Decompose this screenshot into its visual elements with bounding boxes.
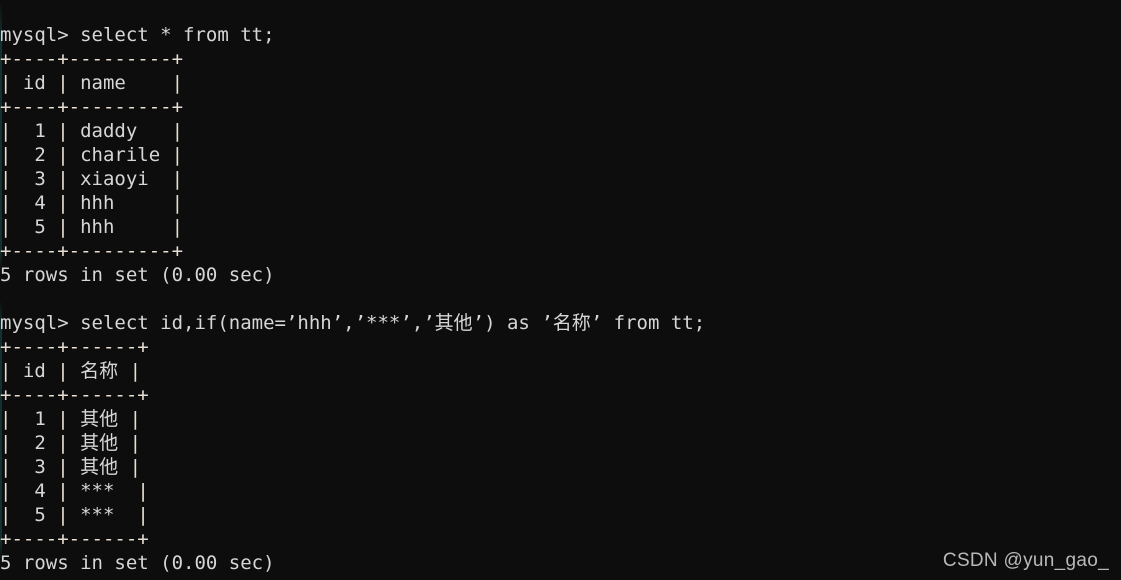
terminal-line: +----+------+	[0, 335, 705, 359]
terminal-screen: mysql> select * from tt; +----+---------+…	[0, 0, 1121, 580]
table-border-segment: |	[57, 192, 69, 214]
table-border-segment: |	[171, 168, 184, 190]
terminal-text-segment: id	[11, 72, 58, 94]
terminal-text-segment: mysql> select * from tt;	[0, 24, 275, 46]
terminal-line: | 5 | hhh |	[0, 215, 705, 239]
terminal-line: +----+------+	[0, 383, 705, 407]
table-border-segment: |	[57, 144, 69, 166]
terminal-text-segment: hhh	[68, 192, 172, 214]
terminal-text-segment: 5	[11, 216, 58, 238]
terminal-text-segment: charile	[68, 144, 172, 166]
table-border-segment: |	[171, 216, 184, 238]
table-border-segment: |	[129, 360, 142, 382]
terminal-line: | 5 | *** |	[0, 503, 705, 527]
table-border-segment: +----+------+	[0, 528, 149, 550]
terminal-text-segment: hhh	[68, 216, 172, 238]
table-border-segment: |	[0, 360, 12, 382]
terminal-line: 5 rows in set (0.00 sec)	[0, 263, 705, 287]
terminal-line: mysql> select * from tt;	[0, 23, 705, 47]
terminal-line: | 4 | hhh |	[0, 191, 705, 215]
terminal-line: 5 rows in set (0.00 sec)	[0, 551, 705, 575]
table-border-segment: +----+------+	[0, 336, 149, 358]
table-border-segment: +----+---------+	[0, 240, 184, 262]
table-border-segment: |	[0, 120, 12, 142]
terminal-line: | 3 | xiaoyi |	[0, 167, 705, 191]
terminal-line: | 3 | 其他 |	[0, 455, 705, 479]
terminal-line: | 2 | 其他 |	[0, 431, 705, 455]
terminal-text-segment: mysql> select id,if(name=’hhh’,’***’,’其他…	[0, 312, 706, 334]
table-border-segment: |	[171, 144, 184, 166]
table-border-segment: |	[57, 72, 69, 94]
table-border-segment: |	[129, 456, 142, 478]
table-border-segment: |	[0, 408, 12, 430]
table-border-segment: |	[129, 432, 142, 454]
terminal-line: | 1 | daddy |	[0, 119, 705, 143]
table-border-segment: |	[57, 120, 69, 142]
table-border-segment: |	[0, 216, 12, 238]
table-border-segment: |	[0, 432, 12, 454]
terminal-text-segment: 5	[11, 504, 58, 526]
terminal-line: +----+---------+	[0, 47, 705, 71]
terminal-line: +----+---------+	[0, 95, 705, 119]
terminal-text-segment: daddy	[68, 120, 172, 142]
terminal-text-segment: name	[68, 72, 172, 94]
terminal-text-segment: 其他	[68, 408, 130, 430]
terminal-text-segment: 5 rows in set (0.00 sec)	[0, 552, 275, 574]
table-border-segment: |	[57, 408, 69, 430]
terminal-text-segment: id	[11, 360, 58, 382]
table-border-segment: |	[0, 72, 12, 94]
table-border-segment: |	[0, 144, 12, 166]
table-border-segment: |	[129, 408, 142, 430]
terminal-line: | id | name |	[0, 71, 705, 95]
terminal-text-segment: 5 rows in set (0.00 sec)	[0, 264, 275, 286]
table-border-segment: |	[57, 480, 69, 502]
terminal-text-segment: xiaoyi	[68, 168, 172, 190]
table-border-segment: +----+---------+	[0, 96, 184, 118]
terminal-text-segment: 名称	[68, 360, 130, 382]
table-border-segment: |	[0, 480, 12, 502]
terminal-text-segment: 1	[11, 408, 58, 430]
table-border-segment: |	[57, 216, 69, 238]
table-border-segment: |	[0, 504, 12, 526]
terminal-text-segment: 4	[11, 480, 58, 502]
table-border-segment: |	[171, 72, 184, 94]
table-border-segment: |	[171, 120, 184, 142]
terminal-text-segment: 其他	[68, 456, 130, 478]
terminal-text-segment: 2	[11, 432, 58, 454]
csdn-watermark: CSDN @yun_gao_	[942, 550, 1109, 571]
terminal-line: +----+---------+	[0, 239, 705, 263]
terminal-output[interactable]: mysql> select * from tt; +----+---------+…	[0, 19, 705, 575]
table-border-segment: |	[57, 432, 69, 454]
table-border-segment: +----+---------+	[0, 48, 184, 70]
table-border-segment: +----+------+	[0, 384, 149, 406]
table-border-segment: |	[57, 360, 69, 382]
table-border-segment: |	[0, 456, 12, 478]
terminal-line: | id | 名称 |	[0, 359, 705, 383]
terminal-line: | 4 | *** |	[0, 479, 705, 503]
terminal-line: | 1 | 其他 |	[0, 407, 705, 431]
table-border-segment: |	[57, 504, 69, 526]
terminal-text-segment: ***	[68, 480, 138, 502]
table-border-segment: |	[171, 192, 184, 214]
terminal-text-segment: ***	[68, 504, 138, 526]
terminal-line: mysql> select id,if(name=’hhh’,’***’,’其他…	[0, 311, 705, 335]
terminal-text-segment: 4	[11, 192, 58, 214]
terminal-line: | 2 | charile |	[0, 143, 705, 167]
terminal-text-segment: 3	[11, 168, 58, 190]
terminal-text-segment: 3	[11, 456, 58, 478]
table-border-segment: |	[0, 168, 12, 190]
terminal-text-segment: 1	[11, 120, 58, 142]
table-border-segment: |	[0, 192, 12, 214]
terminal-line: +----+------+	[0, 527, 705, 551]
table-border-segment: |	[57, 456, 69, 478]
terminal-text-segment: 其他	[68, 432, 130, 454]
table-border-segment: |	[137, 480, 149, 502]
table-border-segment: |	[57, 168, 69, 190]
table-border-segment: |	[137, 504, 149, 526]
terminal-text-segment: 2	[11, 144, 58, 166]
